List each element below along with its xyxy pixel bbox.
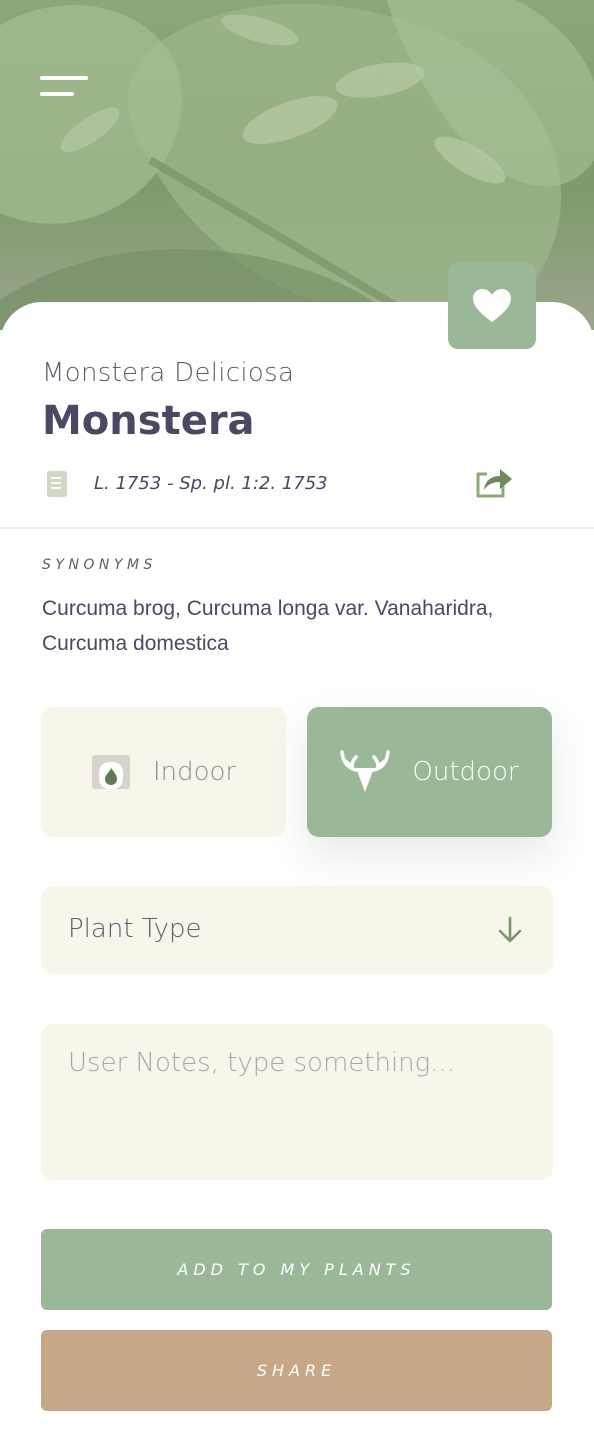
indoor-toggle[interactable]: Indoor bbox=[41, 707, 286, 837]
add-to-my-plants-button[interactable]: ADD TO MY PLANTS bbox=[41, 1229, 552, 1310]
plant-type-select[interactable]: Plant Type bbox=[41, 886, 553, 974]
plant-type-label: Plant Type bbox=[68, 914, 202, 944]
hamburger-menu-icon[interactable] bbox=[40, 74, 88, 100]
synonyms-label: SYNONYMS bbox=[42, 557, 157, 573]
section-divider bbox=[0, 527, 594, 529]
user-notes-field[interactable] bbox=[41, 1024, 553, 1180]
indoor-label: Indoor bbox=[152, 757, 237, 787]
antlers-icon bbox=[340, 750, 391, 792]
botanical-reference: L. 1753 - Sp. pl. 1:2. 1753 bbox=[94, 473, 328, 494]
fireplace-icon bbox=[91, 755, 130, 789]
book-icon bbox=[47, 471, 67, 497]
share-button[interactable]: SHARE bbox=[41, 1330, 552, 1411]
share-arrow-icon[interactable] bbox=[475, 466, 513, 500]
plant-scientific-name: Monstera Deliciosa bbox=[42, 358, 295, 388]
outdoor-toggle[interactable]: Outdoor bbox=[307, 707, 552, 837]
plant-common-name: Monstera bbox=[42, 398, 255, 444]
arrow-down-icon bbox=[498, 916, 522, 943]
synonyms-text: Curcuma brog, Curcuma longa var. Vanahar… bbox=[42, 597, 494, 655]
heart-icon bbox=[473, 288, 511, 322]
favorite-button[interactable] bbox=[448, 262, 536, 349]
outdoor-label: Outdoor bbox=[412, 757, 519, 787]
